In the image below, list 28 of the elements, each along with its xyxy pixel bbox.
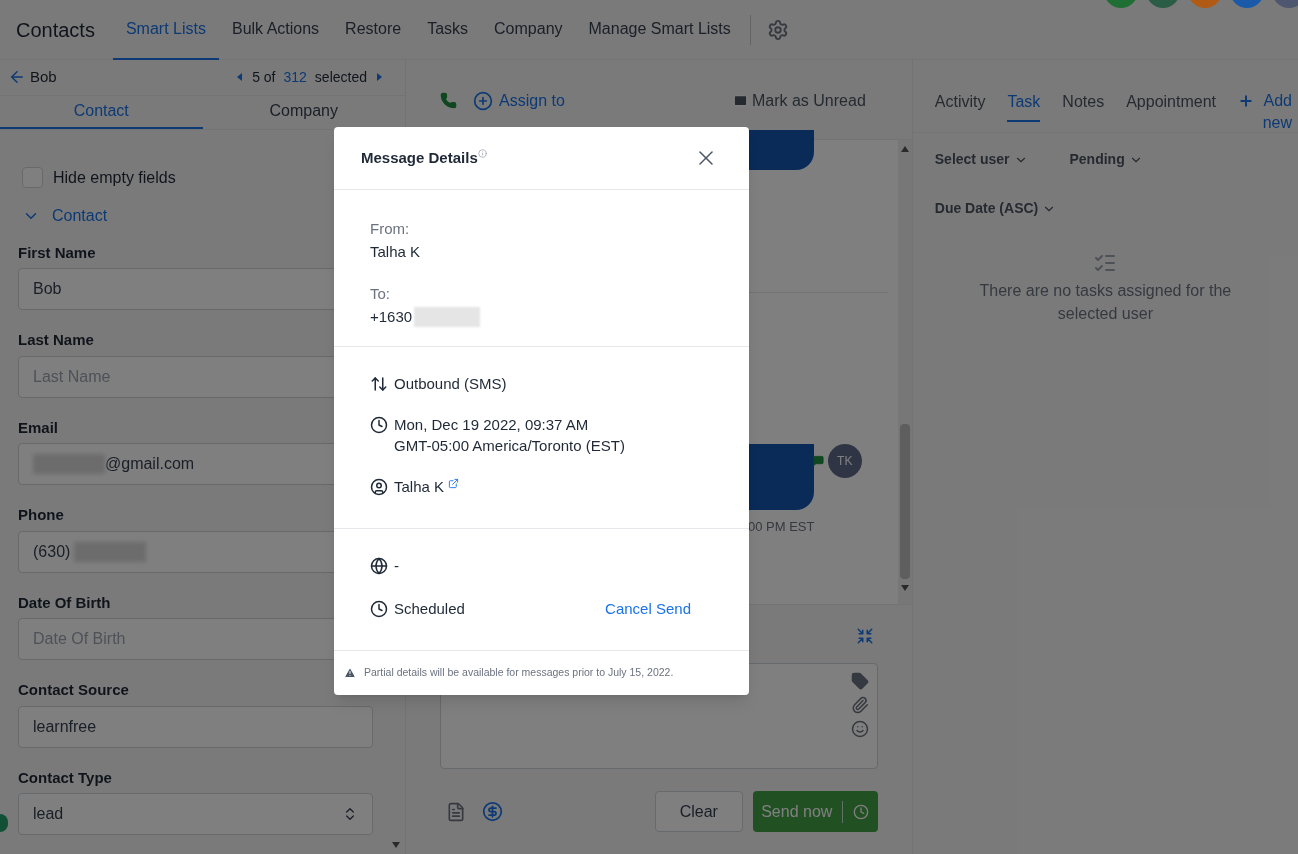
from-value: Talha K bbox=[370, 241, 422, 262]
detail-text: Outbound (SMS) bbox=[394, 374, 507, 394]
status-text: - bbox=[394, 556, 399, 576]
detail-text: GMT-05:00 America/Toronto (EST) bbox=[394, 436, 625, 456]
page-title: Contacts bbox=[16, 17, 95, 43]
field-label: Email bbox=[18, 417, 59, 438]
detail-text: Mon, Dec 19 2022, 09:37 AM bbox=[394, 415, 590, 435]
detail-text: Talha K bbox=[394, 476, 460, 497]
field-label: Contact Source bbox=[18, 680, 129, 700]
checkbox-label: Hide empty fields bbox=[53, 167, 176, 188]
dialog-title: Message Details bbox=[361, 147, 478, 168]
field-label: Phone bbox=[18, 505, 64, 525]
empty-message: There are no tasks assigned for the selected user bbox=[978, 281, 1233, 324]
to-label: To: bbox=[370, 284, 391, 304]
footer-note: Partial details will be available for messages prior to July 15, 2022. bbox=[364, 665, 674, 681]
to-value: +1630 bbox=[370, 306, 413, 327]
from-label: From: bbox=[370, 219, 411, 239]
field-label: Date Of Birth bbox=[18, 592, 111, 613]
field-label: Contact Type bbox=[18, 767, 112, 788]
field-label: Last Name bbox=[18, 330, 94, 350]
message-timestamp: 00 PM EST bbox=[748, 518, 815, 536]
sender-avatar: TK bbox=[827, 444, 862, 478]
total-count: 312 bbox=[283, 67, 307, 87]
selected-text: selected bbox=[314, 67, 367, 87]
contact-name: Bob bbox=[30, 67, 57, 88]
status-text: Scheduled bbox=[394, 598, 465, 619]
position-text: 5 of bbox=[252, 67, 276, 87]
field-label: First Name bbox=[18, 242, 96, 263]
